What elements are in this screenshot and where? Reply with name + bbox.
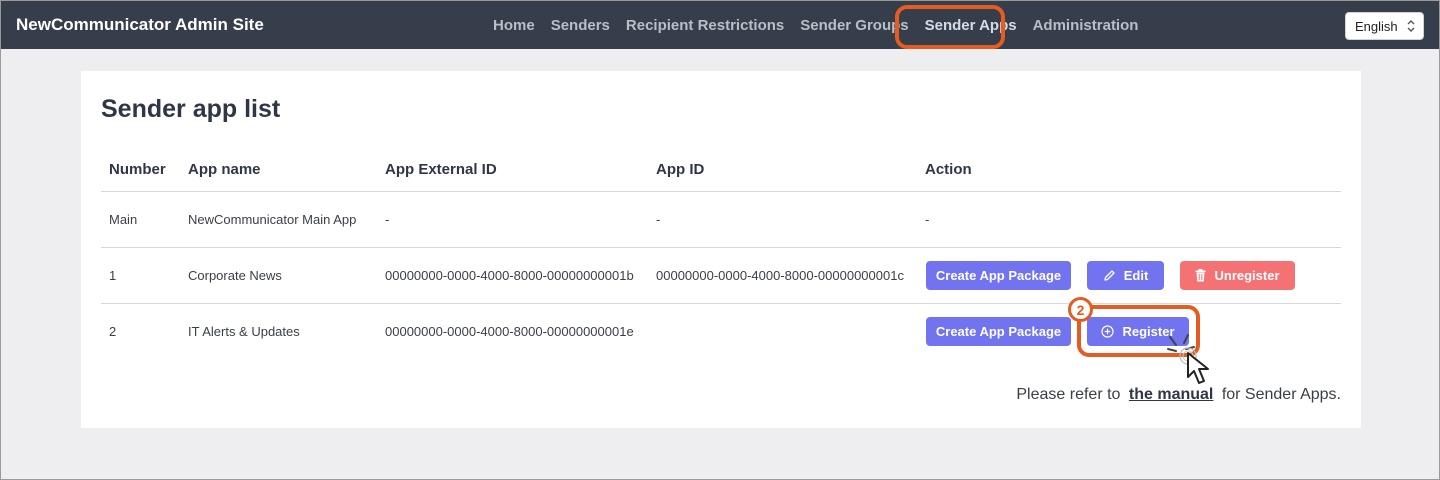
header-app-name: App name (188, 161, 261, 178)
cell-app-name: NewCommunicator Main App (188, 212, 357, 227)
unregister-label: Unregister (1214, 268, 1280, 283)
nav-recipient-restrictions[interactable]: Recipient Restrictions (618, 17, 792, 34)
table-row: 1 Corporate News 00000000-0000-4000-8000… (101, 248, 1341, 304)
cell-action: - (925, 212, 930, 227)
pencil-icon (1103, 269, 1116, 282)
cell-app-name: Corporate News (188, 268, 282, 283)
top-navbar: NewCommunicator Admin Site Home Senders … (1, 1, 1439, 49)
manual-note-suffix: for Sender Apps. (1221, 386, 1341, 403)
mouse-pointer-icon (1164, 331, 1224, 396)
unregister-button[interactable]: Unregister (1180, 261, 1295, 290)
create-app-package-button[interactable]: Create App Package (926, 317, 1071, 346)
language-select[interactable]: English (1345, 12, 1424, 40)
cell-number: 1 (109, 268, 117, 283)
cell-app-name: IT Alerts & Updates (188, 324, 300, 339)
edit-label: Edit (1123, 268, 1149, 283)
cell-app-id: - (656, 212, 661, 227)
chevron-up-down-icon (1407, 18, 1415, 34)
cell-external-id: 00000000-0000-4000-8000-00000000001b (385, 268, 634, 283)
create-app-package-button[interactable]: Create App Package (926, 261, 1071, 290)
table-header: Number App name App External ID App ID A… (101, 151, 1341, 192)
cell-app-id: 00000000-0000-4000-8000-00000000001c (656, 268, 904, 283)
nav-home[interactable]: Home (485, 17, 543, 34)
cell-external-id: - (385, 212, 390, 227)
nav-administration[interactable]: Administration (1025, 17, 1147, 34)
create-app-package-label: Create App Package (935, 268, 1062, 283)
cell-number: Main (109, 212, 138, 227)
header-action: Action (925, 161, 972, 178)
nav-senders[interactable]: Senders (543, 17, 618, 34)
language-selected: English (1355, 18, 1398, 34)
edit-button[interactable]: Edit (1087, 261, 1164, 290)
manual-note-prefix: Please refer to (1016, 386, 1121, 403)
page-title: Sender app list (101, 95, 281, 123)
header-number: Number (109, 161, 166, 178)
main-nav: Home Senders Recipient Restrictions Send… (485, 1, 1146, 49)
step-number-badge: 2 (1068, 297, 1093, 322)
table-row: Main NewCommunicator Main App - - - (101, 192, 1341, 248)
header-app-id: App ID (656, 161, 705, 178)
nav-highlight-annotation (895, 5, 1005, 49)
trash-icon (1195, 269, 1206, 282)
cell-number: 2 (109, 324, 117, 339)
header-app-external-id: App External ID (385, 161, 497, 178)
cell-external-id: 00000000-0000-4000-8000-00000000001e (385, 324, 634, 339)
site-title[interactable]: NewCommunicator Admin Site (16, 1, 264, 49)
create-app-package-label: Create App Package (935, 324, 1062, 339)
